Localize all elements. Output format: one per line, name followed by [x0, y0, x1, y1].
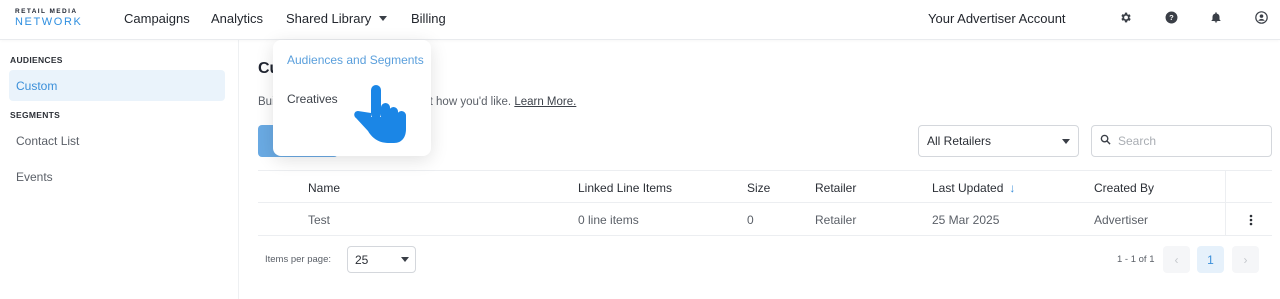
items-per-page-select[interactable]: 25	[347, 246, 416, 273]
help-icon[interactable]: ?	[1164, 10, 1178, 24]
next-page-button[interactable]: ›	[1232, 246, 1259, 273]
gear-icon[interactable]	[1118, 10, 1132, 24]
sort-down-icon: ↓	[1009, 180, 1016, 195]
column-divider	[1225, 203, 1226, 235]
table-row[interactable]: Test 0 line items 0 Retailer 25 Mar 2025…	[258, 203, 1272, 236]
items-per-page-label: Items per page:	[265, 254, 332, 265]
cell-linked-line-items: 0 line items	[578, 212, 639, 227]
audiences-table: Name Linked Line Items Size Retailer Las…	[258, 170, 1272, 236]
search-input[interactable]	[1118, 134, 1258, 148]
table-header: Name Linked Line Items Size Retailer Las…	[258, 170, 1272, 203]
header-linked-line-items[interactable]: Linked Line Items	[578, 171, 672, 204]
brand-logo[interactable]: RETAIL MEDIA NETWORK	[15, 8, 83, 28]
page-number-button[interactable]: 1	[1197, 246, 1224, 273]
logo-line-1: RETAIL MEDIA	[15, 8, 78, 15]
header-last-updated[interactable]: Last Updated ↓	[932, 171, 1015, 204]
chevron-down-icon	[401, 257, 409, 262]
nav-analytics[interactable]: Analytics	[211, 11, 263, 26]
logo-line-2: NETWORK	[15, 15, 83, 28]
header-retailer[interactable]: Retailer	[815, 171, 856, 204]
hand-pointer-icon	[352, 83, 412, 150]
chevron-down-icon	[1062, 139, 1070, 144]
more-options-icon[interactable]	[1245, 203, 1257, 236]
search-icon	[1100, 132, 1111, 150]
menu-item-audiences-and-segments[interactable]: Audiences and Segments	[287, 53, 424, 67]
header-created-by[interactable]: Created By	[1094, 171, 1154, 204]
sidebar-heading-segments: SEGMENTS	[10, 110, 61, 120]
prev-page-button[interactable]: ‹	[1163, 246, 1190, 273]
cell-name[interactable]: Test	[308, 203, 330, 236]
menu-item-creatives[interactable]: Creatives	[287, 92, 338, 106]
learn-more-link[interactable]: Learn More.	[514, 96, 576, 108]
retailer-filter-value: All Retailers	[927, 134, 992, 148]
sidebar-heading-audiences: AUDIENCES	[10, 55, 63, 65]
cell-size: 0	[747, 212, 754, 227]
sidebar-item-contact-list[interactable]: Contact List	[9, 125, 225, 156]
sidebar: AUDIENCES Custom SEGMENTS Contact List E…	[0, 40, 239, 299]
user-icon[interactable]	[1254, 10, 1268, 24]
column-divider	[1225, 171, 1226, 202]
retailer-filter-select[interactable]: All Retailers	[918, 125, 1079, 157]
sidebar-item-custom[interactable]: Custom	[9, 70, 225, 101]
bell-icon[interactable]	[1209, 10, 1223, 24]
header-size[interactable]: Size	[747, 171, 770, 204]
cell-last-updated: 25 Mar 2025	[932, 212, 1000, 227]
header-last-updated-label: Last Updated	[932, 180, 1004, 195]
nav-billing[interactable]: Billing	[411, 11, 446, 26]
nav-campaigns[interactable]: Campaigns	[124, 11, 190, 26]
pagination-range: 1 - 1 of 1	[1117, 254, 1155, 265]
account-menu[interactable]: Your Advertiser Account	[928, 11, 1066, 26]
nav-shared-library-label: Shared Library	[286, 11, 372, 26]
cell-created-by: Advertiser	[1094, 212, 1149, 227]
nav-shared-library[interactable]: Shared Library	[286, 11, 388, 26]
header-name[interactable]: Name	[308, 171, 340, 204]
search-box[interactable]	[1091, 125, 1272, 157]
top-navigation: RETAIL MEDIA NETWORK Campaigns Analytics…	[0, 0, 1280, 40]
svg-text:?: ?	[1169, 13, 1174, 22]
sidebar-item-events[interactable]: Events	[9, 161, 225, 192]
cell-retailer: Retailer	[815, 212, 857, 227]
chevron-down-icon	[379, 16, 388, 22]
items-per-page-value: 25	[355, 252, 369, 267]
